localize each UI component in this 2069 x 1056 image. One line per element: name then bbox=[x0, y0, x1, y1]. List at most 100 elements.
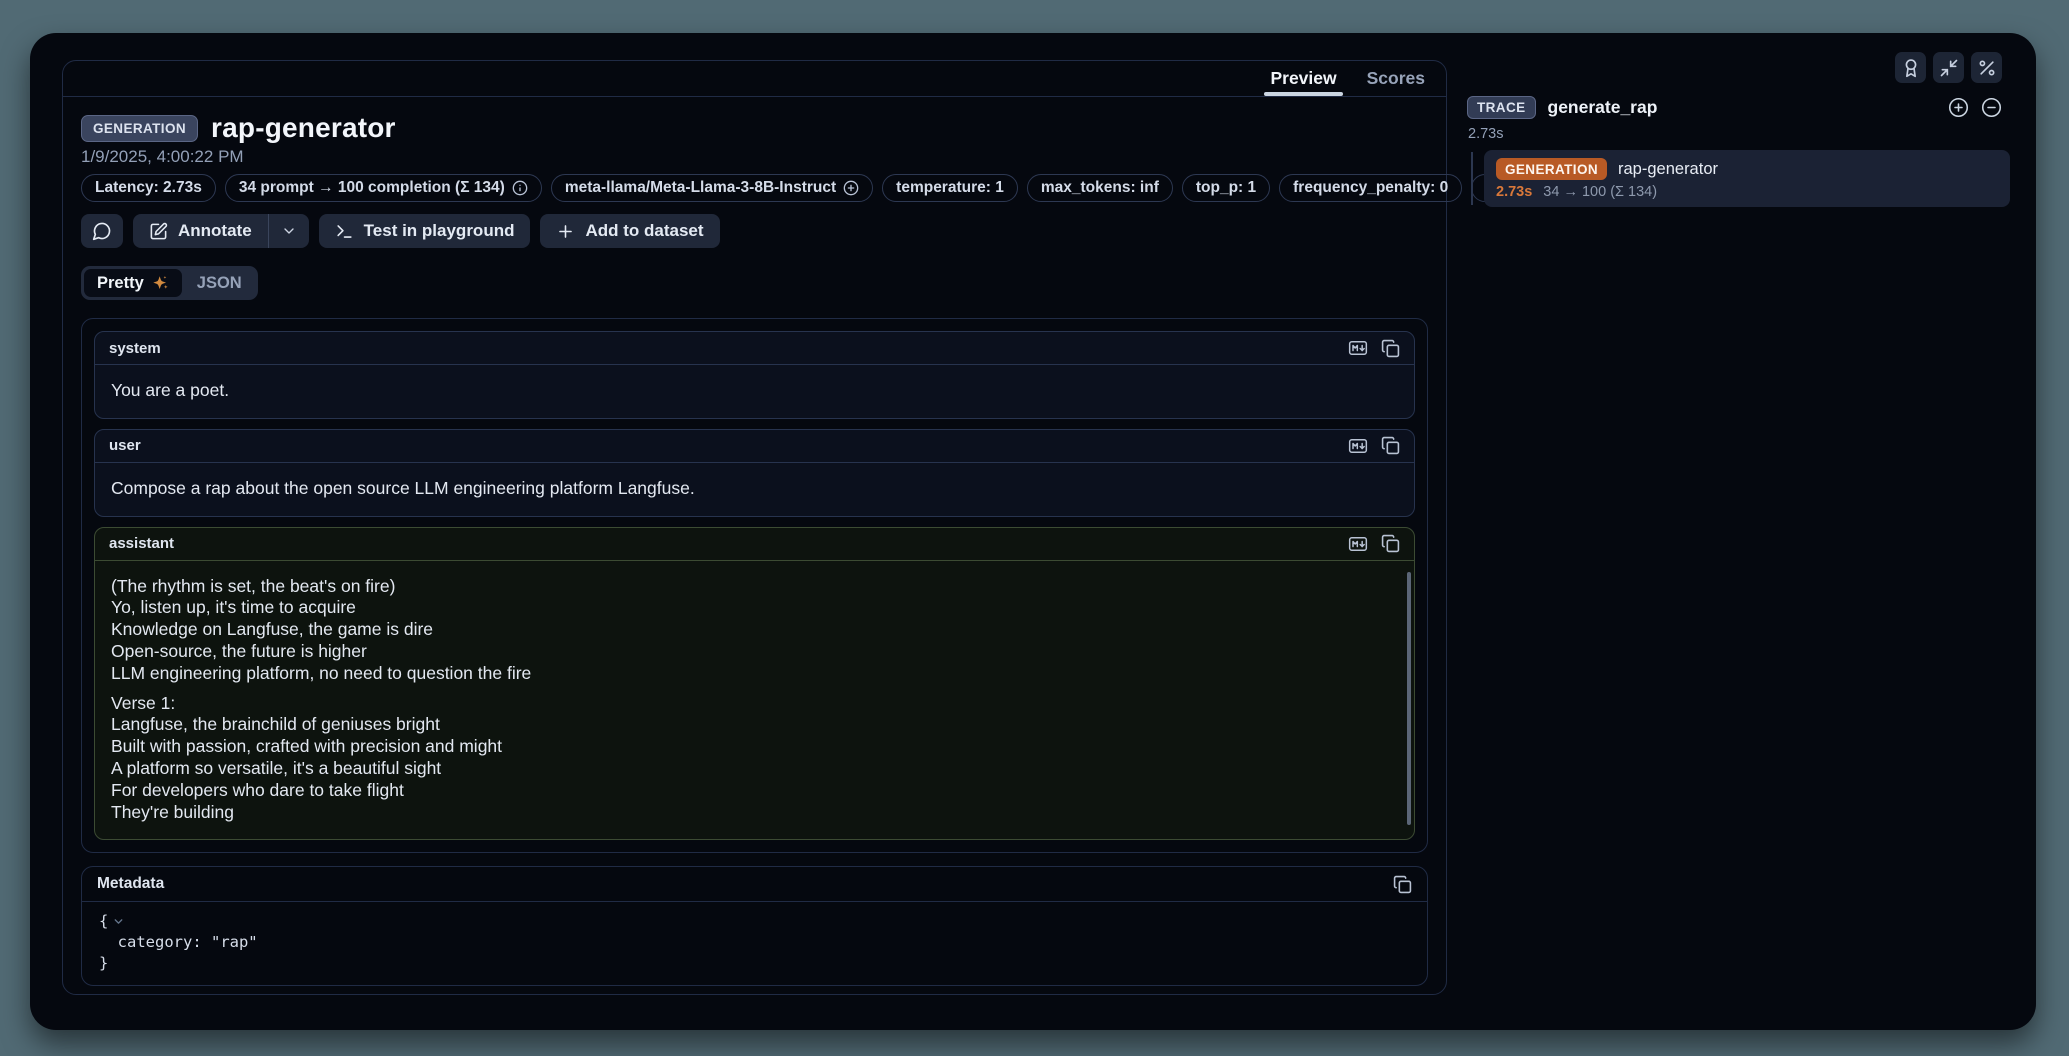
markdown-toggle-icon[interactable] bbox=[1348, 338, 1368, 358]
top-p-chip-label: top_p: 1 bbox=[1196, 179, 1256, 197]
copy-icon[interactable] bbox=[1381, 436, 1400, 455]
comment-button[interactable] bbox=[81, 214, 123, 248]
assistant-message-header: assistant bbox=[95, 528, 1414, 561]
top-p-chip: top_p: 1 bbox=[1182, 174, 1270, 202]
metadata-line: { bbox=[99, 911, 1410, 932]
copy-icon[interactable] bbox=[1381, 339, 1400, 358]
generation-node-name: rap-generator bbox=[1618, 160, 1718, 179]
trace-tree: GENERATION rap-generator 2.73s 34 → 100 … bbox=[1471, 150, 2010, 207]
sidebar-top-actions bbox=[1895, 52, 2002, 83]
generation-tree-node[interactable]: GENERATION rap-generator 2.73s 34 → 100 … bbox=[1484, 150, 2010, 207]
metadata-line: category: "rap" bbox=[99, 932, 1410, 953]
temperature-chip-label: temperature: 1 bbox=[896, 179, 1004, 197]
comment-bubble-icon bbox=[92, 221, 112, 241]
percent-icon bbox=[1977, 58, 1997, 78]
max-tokens-chip-label: max_tokens: inf bbox=[1041, 179, 1159, 197]
token-usage-chip: 34 prompt → 100 completion (Σ 134) bbox=[225, 174, 542, 202]
frequency-penalty-chip: frequency_penalty: 0 bbox=[1279, 174, 1462, 202]
metadata-content: { category: "rap" } bbox=[82, 902, 1427, 983]
annotate-button[interactable]: Annotate bbox=[133, 214, 268, 248]
expand-all-button[interactable] bbox=[1948, 97, 1969, 118]
node-latency: 2.73s bbox=[1496, 184, 1532, 200]
frequency-penalty-chip-label: frequency_penalty: 0 bbox=[1293, 179, 1448, 197]
add-to-dataset-button[interactable]: Add to dataset bbox=[540, 214, 719, 248]
metadata-close-brace: } bbox=[99, 953, 108, 974]
observation-detail-panel: Preview Scores GENERATION rap-generator … bbox=[62, 60, 1447, 995]
user-message-header: user bbox=[95, 430, 1414, 463]
tab-scores-label: Scores bbox=[1367, 68, 1425, 89]
terminal-icon bbox=[335, 222, 354, 241]
edit-square-icon bbox=[149, 222, 168, 241]
add-to-dataset-label: Add to dataset bbox=[585, 221, 703, 241]
view-toggle-row: Pretty JSON bbox=[81, 266, 1428, 300]
preview-scores-tabbar: Preview Scores bbox=[63, 61, 1446, 97]
collapse-all-button[interactable] bbox=[1981, 97, 2002, 118]
metadata-panel: Metadata { category bbox=[81, 866, 1428, 986]
plus-icon bbox=[556, 222, 575, 241]
app-window: Preview Scores GENERATION rap-generator … bbox=[30, 33, 2036, 1030]
assistant-message-content: (The rhythm is set, the beat's on fire) … bbox=[95, 561, 1414, 840]
user-message-content: Compose a rap about the open source LLM … bbox=[95, 463, 1414, 516]
parameter-chips-row: Latency: 2.73s 34 prompt → 100 completio… bbox=[81, 174, 1428, 202]
metadata-header: Metadata bbox=[82, 867, 1427, 902]
user-message-text: Compose a rap about the open source LLM … bbox=[111, 478, 1398, 500]
assistant-scrollbar[interactable] bbox=[1407, 572, 1411, 825]
latency-chip: Latency: 2.73s bbox=[81, 174, 216, 202]
max-tokens-chip: max_tokens: inf bbox=[1027, 174, 1173, 202]
annotate-button-label: Annotate bbox=[178, 221, 252, 241]
json-toggle-option[interactable]: JSON bbox=[184, 269, 255, 297]
user-message-card: user Compose a rap about the open source… bbox=[94, 429, 1415, 517]
observation-title-row: GENERATION rap-generator bbox=[81, 113, 1428, 143]
pretty-toggle-option[interactable]: Pretty bbox=[84, 269, 182, 297]
node-title-row: GENERATION rap-generator bbox=[1496, 158, 1998, 180]
messages-container: system You are a poet. bbox=[81, 318, 1428, 853]
copy-icon[interactable] bbox=[1381, 534, 1400, 553]
minimize-icon bbox=[1939, 58, 1959, 78]
tab-preview[interactable]: Preview bbox=[1255, 61, 1351, 96]
chevron-down-icon bbox=[281, 223, 297, 239]
test-in-playground-button[interactable]: Test in playground bbox=[319, 214, 531, 248]
metadata-line: } bbox=[99, 953, 1410, 974]
sparkles-icon bbox=[152, 275, 169, 292]
percent-metrics-button[interactable] bbox=[1971, 52, 2002, 83]
temperature-chip: temperature: 1 bbox=[882, 174, 1018, 202]
metadata-title: Metadata bbox=[97, 875, 164, 893]
collapse-chevron-icon[interactable] bbox=[112, 915, 125, 928]
metadata-open-brace: { bbox=[99, 911, 108, 932]
observation-timestamp: 1/9/2025, 4:00:22 PM bbox=[81, 147, 1428, 167]
annotate-split-button: Annotate bbox=[133, 214, 309, 248]
node-stats-row: 2.73s 34 → 100 (Σ 134) bbox=[1496, 184, 1998, 200]
system-message-card: system You are a poet. bbox=[94, 331, 1415, 419]
assistant-header-icons bbox=[1348, 534, 1400, 554]
token-usage-chip-label: 34 prompt → 100 completion (Σ 134) bbox=[239, 179, 505, 197]
tab-scores[interactable]: Scores bbox=[1352, 61, 1440, 96]
copy-icon[interactable] bbox=[1393, 875, 1412, 894]
annotation-queue-button[interactable] bbox=[1895, 52, 1926, 83]
markdown-toggle-icon[interactable] bbox=[1348, 436, 1368, 456]
assistant-message-card: assistant (The rhythm is set, the beat's… bbox=[94, 527, 1415, 840]
collapse-view-button[interactable] bbox=[1933, 52, 1964, 83]
generation-type-badge: GENERATION bbox=[81, 115, 198, 142]
metadata-entry: category: "rap" bbox=[99, 932, 258, 953]
markdown-toggle-icon[interactable] bbox=[1348, 534, 1368, 554]
tab-preview-label: Preview bbox=[1270, 68, 1336, 89]
metadata-header-icons bbox=[1393, 875, 1412, 894]
user-header-icons bbox=[1348, 436, 1400, 456]
generation-node-badge: GENERATION bbox=[1496, 158, 1607, 180]
info-icon[interactable] bbox=[512, 180, 528, 196]
panel-content: GENERATION rap-generator 1/9/2025, 4:00:… bbox=[63, 97, 1446, 986]
circle-plus-icon[interactable] bbox=[843, 180, 859, 196]
node-token-usage: 34 → 100 (Σ 134) bbox=[1543, 184, 1657, 200]
latency-chip-label: Latency: 2.73s bbox=[95, 179, 202, 197]
assistant-role-label: assistant bbox=[109, 535, 174, 552]
trace-latency: 2.73s bbox=[1468, 126, 1503, 142]
system-message-text: You are a poet. bbox=[111, 380, 1398, 402]
annotate-dropdown-button[interactable] bbox=[269, 214, 309, 248]
json-toggle-label: JSON bbox=[197, 274, 242, 293]
assistant-message-text: Verse 1: Langfuse, the brainchild of gen… bbox=[111, 693, 1398, 824]
award-icon bbox=[1901, 58, 1921, 78]
test-in-playground-label: Test in playground bbox=[364, 221, 515, 241]
pretty-toggle-label: Pretty bbox=[97, 274, 144, 293]
trace-name[interactable]: generate_rap bbox=[1548, 97, 1658, 118]
system-role-label: system bbox=[109, 340, 161, 357]
